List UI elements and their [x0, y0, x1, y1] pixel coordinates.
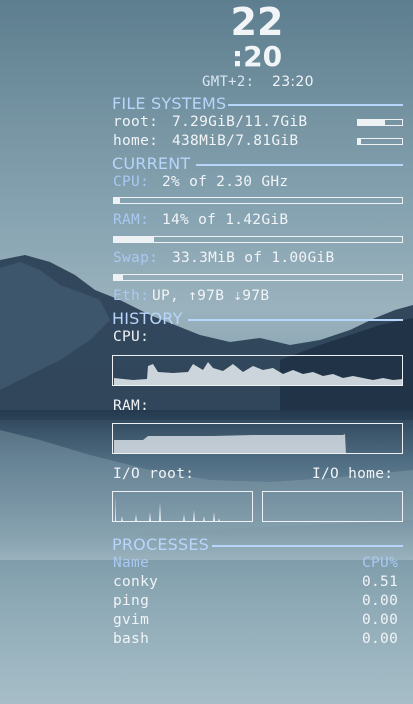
io-root-history-graph — [112, 491, 253, 522]
swap-value: 33.3MiB of 1.00GiB — [172, 250, 335, 266]
ram-label: RAM: — [113, 212, 150, 228]
cpu-value: 2% of 2.30 GHz — [162, 174, 289, 190]
process-name: gvim — [113, 612, 150, 628]
clock-minute: :20 — [231, 40, 283, 73]
cpu-label: CPU: — [113, 174, 150, 190]
process-cpu: 0.00 — [362, 593, 399, 609]
fs-root-value: 7.29GiB/11.7GiB — [172, 114, 308, 130]
fs-home-value: 438MiB/7.81GiB — [172, 133, 299, 149]
ram-usage-bar — [113, 236, 403, 243]
process-name: bash — [113, 631, 150, 647]
process-cpu: 0.00 — [362, 612, 399, 628]
fs-home-usage-bar — [357, 138, 403, 145]
current-heading: CURRENT — [112, 154, 191, 173]
history-ram-label: RAM: — [113, 398, 150, 414]
processes-divider — [212, 545, 403, 547]
processes-heading: PROCESSES — [112, 535, 210, 554]
cpu-history-graph — [112, 355, 403, 386]
clock-zone-label: GMT+2: — [202, 74, 255, 90]
cpu-usage-bar — [113, 197, 403, 204]
io-home-label: I/O home: — [312, 466, 394, 482]
history-heading: HISTORY — [112, 309, 183, 328]
processes-col-name: Name — [113, 555, 150, 571]
io-home-history-graph — [262, 491, 403, 522]
process-name: ping — [113, 593, 150, 609]
swap-label: Swap: — [113, 250, 159, 266]
fs-root-usage-bar — [357, 119, 403, 126]
eth-value: UP, ↑97B ⇣97B — [152, 288, 270, 304]
io-root-label: I/O root: — [113, 466, 195, 482]
process-cpu: 0.51 — [362, 574, 399, 590]
process-cpu: 0.00 — [362, 631, 399, 647]
history-divider — [188, 319, 403, 321]
current-divider — [196, 164, 403, 166]
file-systems-divider — [228, 104, 403, 106]
swap-usage-bar — [113, 274, 403, 281]
fs-home-label: home: — [113, 133, 159, 149]
processes-col-cpu: CPU% — [362, 555, 399, 571]
eth-label: Eth: — [113, 288, 150, 304]
history-cpu-label: CPU: — [113, 329, 150, 345]
fs-root-label: root: — [113, 114, 159, 130]
file-systems-heading: FILE SYSTEMS — [112, 94, 227, 113]
process-name: conky — [113, 574, 159, 590]
clock-hour: 22 — [230, 0, 284, 44]
ram-history-graph — [112, 423, 403, 454]
clock-zone-time: 23:20 — [272, 74, 314, 90]
ram-value: 14% of 1.42GiB — [162, 212, 289, 228]
